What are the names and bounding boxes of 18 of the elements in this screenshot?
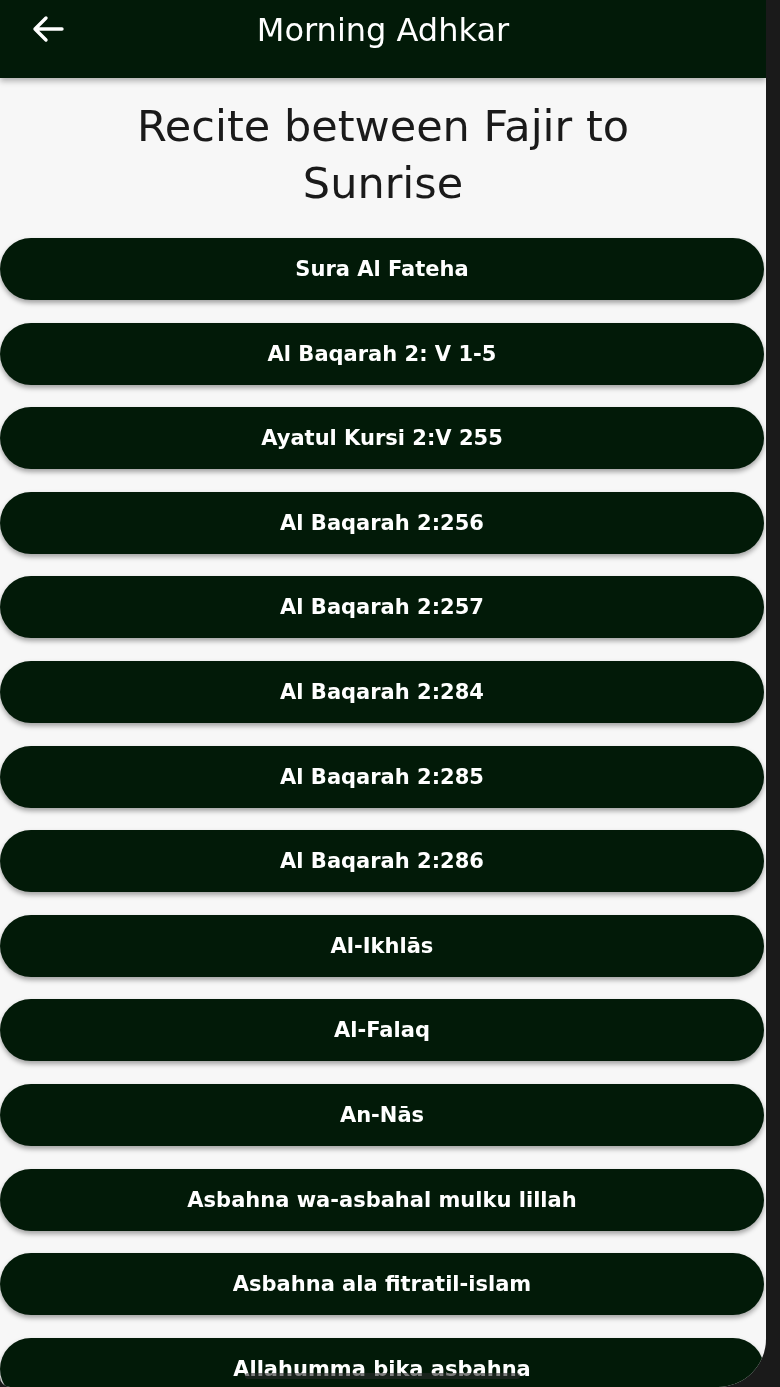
- back-arrow-icon: [31, 14, 65, 44]
- adhkar-button[interactable]: Al-Ikhlās: [0, 914, 764, 977]
- adhkar-button[interactable]: Al Baqarah 2:284: [0, 660, 764, 723]
- adhkar-button[interactable]: An-Nās: [0, 1083, 764, 1146]
- back-button[interactable]: [31, 14, 65, 44]
- adhkar-button[interactable]: Al Baqarah 2:285: [0, 745, 764, 808]
- adhkar-button[interactable]: Al Baqarah 2:257: [0, 576, 764, 639]
- screen-title: Morning Adhkar: [256, 11, 510, 49]
- section-heading: Recite between Fajir to Sunrise: [135, 100, 631, 210]
- adhkar-button[interactable]: Al-Falaq: [0, 999, 764, 1062]
- adhkar-button[interactable]: Asbahna ala fitratil-islam: [0, 1253, 764, 1316]
- adhkar-button[interactable]: Al Baqarah 2:256: [0, 491, 764, 554]
- adhkar-button[interactable]: Al Baqarah 2: V 1-5: [0, 322, 764, 385]
- adhkar-button[interactable]: Asbahna wa-asbahal mulku lillah: [0, 1168, 764, 1231]
- adhkar-button[interactable]: Sura Al Fateha: [0, 238, 764, 300]
- adhkar-button[interactable]: Al Baqarah 2:286: [0, 830, 764, 893]
- adhkar-button[interactable]: Ayatul Kursi 2:V 255: [0, 407, 764, 470]
- adhkar-button[interactable]: Allahumma bika asbahna: [0, 1337, 764, 1387]
